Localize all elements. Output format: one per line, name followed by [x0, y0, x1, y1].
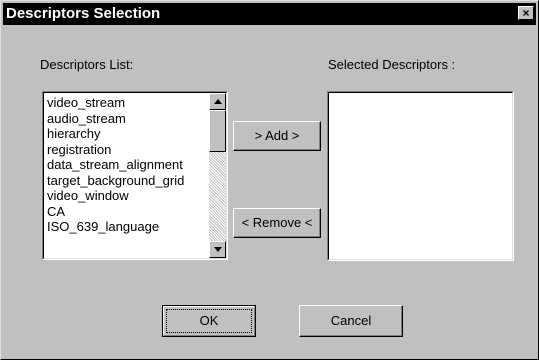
- list-item-registration[interactable]: registration: [47, 142, 205, 158]
- add-button-label: > Add >: [254, 128, 300, 143]
- selected-descriptors-listbox[interactable]: [327, 91, 514, 261]
- ok-button-label: OK: [199, 313, 219, 328]
- window-title: Descriptors Selection: [6, 5, 161, 22]
- list-item-hierarchy[interactable]: hierarchy: [47, 126, 205, 142]
- selected-descriptors-label: Selected Descriptors :: [328, 57, 456, 72]
- list-item-audio-stream[interactable]: audio_stream: [47, 111, 205, 127]
- scroll-thumb[interactable]: [209, 110, 226, 152]
- scroll-up-button[interactable]: [209, 93, 226, 110]
- scroll-down-button[interactable]: [209, 241, 226, 258]
- descriptors-selection-dialog: Descriptors Selection × Descriptors List…: [0, 0, 539, 360]
- list-item-video-window[interactable]: video_window: [47, 188, 205, 204]
- title-bar[interactable]: Descriptors Selection ×: [3, 3, 536, 25]
- list-item-video-stream[interactable]: video_stream: [47, 95, 205, 111]
- remove-button-label: < Remove <: [241, 215, 313, 230]
- close-button[interactable]: ×: [518, 6, 534, 20]
- list-item-iso-639-language[interactable]: ISO_639_language: [47, 219, 205, 235]
- descriptors-list-label: Descriptors List:: [40, 57, 134, 72]
- cancel-button[interactable]: Cancel: [299, 305, 403, 337]
- remove-button[interactable]: < Remove <: [233, 208, 321, 238]
- descriptors-listbox[interactable]: video_stream audio_stream hierarchy regi…: [42, 91, 228, 260]
- ok-button[interactable]: OK: [162, 305, 256, 337]
- close-icon: ×: [522, 6, 530, 20]
- cancel-button-label: Cancel: [330, 313, 372, 328]
- list-item-data-stream-alignment[interactable]: data_stream_alignment: [47, 157, 205, 173]
- scroll-down-arrow-icon: [214, 247, 222, 252]
- list-item-ca[interactable]: CA: [47, 204, 205, 220]
- descriptors-scrollbar[interactable]: [209, 93, 226, 258]
- descriptors-items: video_stream audio_stream hierarchy regi…: [47, 95, 205, 235]
- add-button[interactable]: > Add >: [233, 121, 321, 151]
- list-item-target-background-grid[interactable]: target_background_grid: [47, 173, 205, 189]
- scroll-up-arrow-icon: [214, 99, 222, 104]
